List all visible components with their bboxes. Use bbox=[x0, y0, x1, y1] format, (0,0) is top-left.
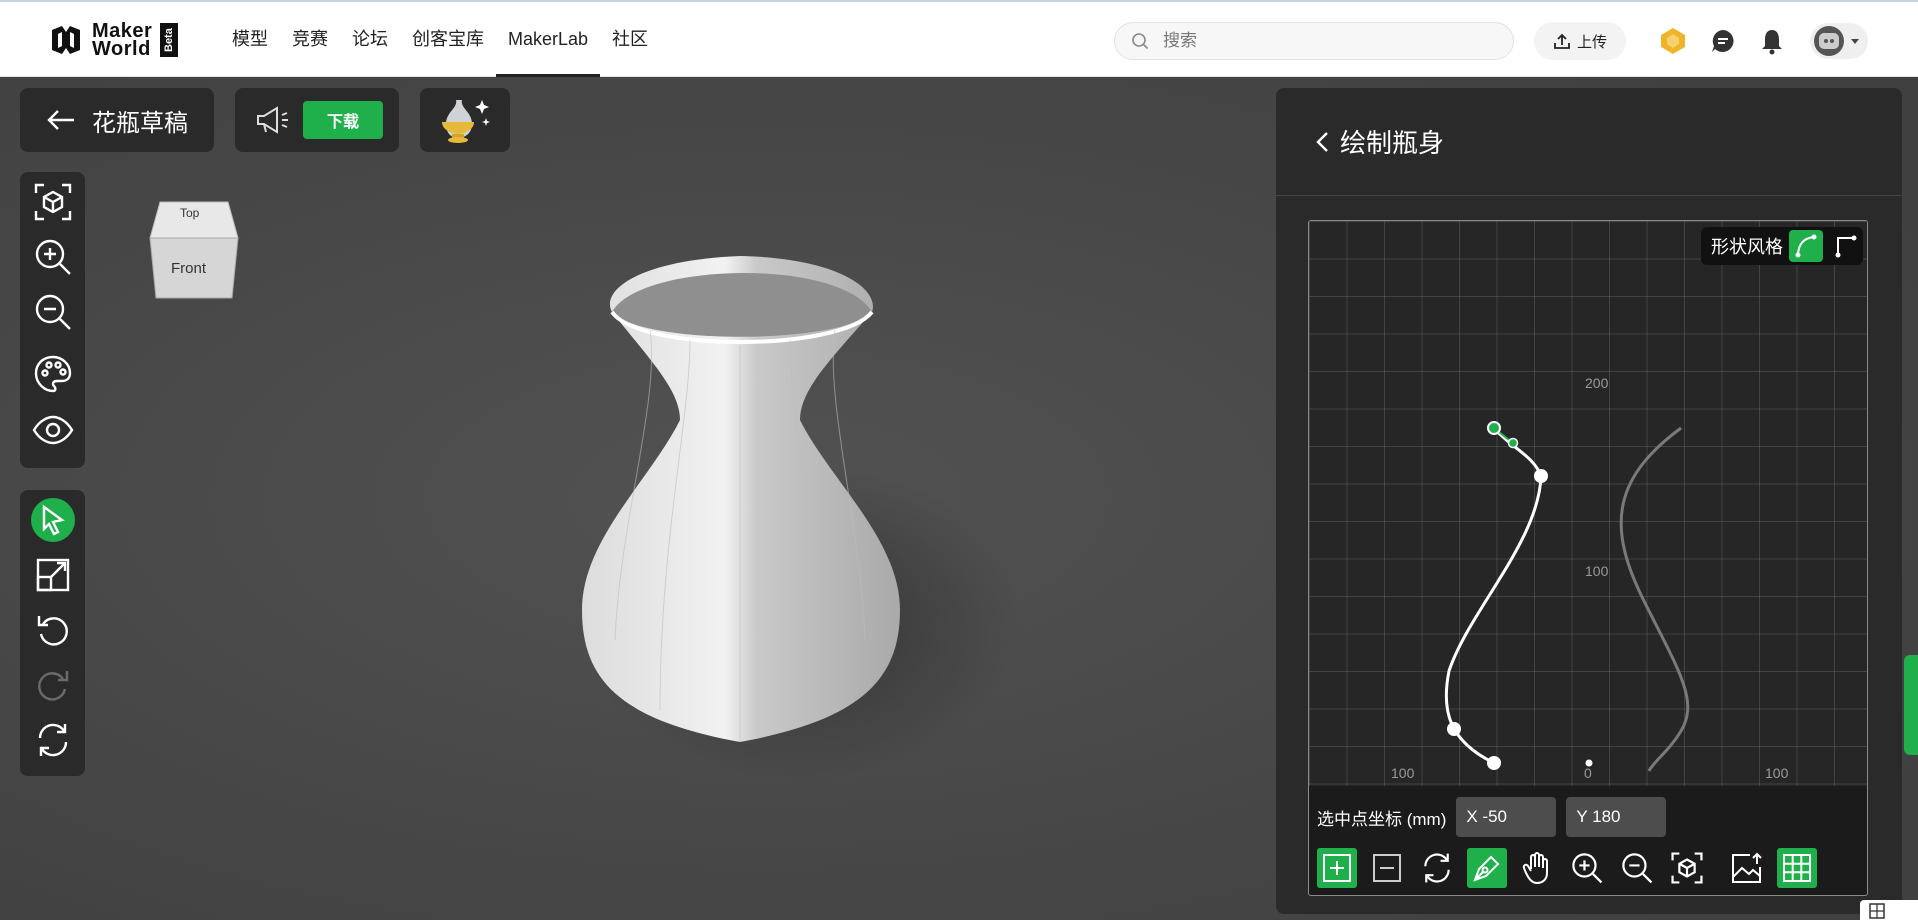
scale-icon[interactable] bbox=[31, 553, 75, 597]
pen-tool-button[interactable] bbox=[1467, 848, 1507, 888]
redo-icon[interactable] bbox=[31, 663, 75, 707]
undo-icon[interactable] bbox=[31, 608, 75, 652]
back-arrow-icon[interactable] bbox=[46, 108, 76, 132]
refresh-icon[interactable] bbox=[31, 718, 75, 762]
fit-view-icon[interactable] bbox=[31, 180, 75, 224]
hand-icon bbox=[1522, 852, 1548, 885]
refresh-icon bbox=[1424, 853, 1450, 883]
nav-maker-treasury[interactable]: 创客宝库 bbox=[400, 2, 496, 77]
editor-fit-view-button[interactable] bbox=[1667, 848, 1707, 888]
curve-icon bbox=[1795, 234, 1817, 258]
top-navigation-bar: Maker World Beta 模型 竞赛 论坛 创客宝库 MakerLab … bbox=[0, 0, 1918, 77]
zoom-out-icon[interactable] bbox=[31, 290, 75, 334]
logo-mark-icon bbox=[52, 26, 80, 54]
control-point[interactable] bbox=[1534, 469, 1548, 483]
download-button[interactable]: 下载 bbox=[303, 101, 383, 139]
avatar-image bbox=[1814, 26, 1844, 56]
bell-icon[interactable] bbox=[1757, 26, 1787, 56]
editor-zoom-in-button[interactable] bbox=[1567, 848, 1607, 888]
vase-library-panel[interactable] bbox=[420, 88, 510, 152]
logo-wordmark: Maker World bbox=[92, 21, 152, 60]
shape-style-label: 形状风格 bbox=[1711, 237, 1783, 257]
profile-grid-canvas[interactable]: 200 100 100 0 100 形状风格 bbox=[1309, 221, 1867, 786]
main-nav: 模型 竞赛 论坛 创客宝库 MakerLab 社区 bbox=[220, 2, 660, 77]
image-upload-icon bbox=[1732, 852, 1762, 883]
search-box bbox=[1114, 22, 1514, 60]
control-handle[interactable] bbox=[1507, 437, 1519, 449]
pen-icon bbox=[1473, 855, 1500, 882]
zoom-out-icon bbox=[1622, 853, 1653, 884]
zoom-in-icon[interactable] bbox=[31, 235, 75, 279]
shape-style-toggle: 形状风格 bbox=[1701, 227, 1863, 265]
nav-makerlab[interactable]: MakerLab bbox=[496, 2, 601, 77]
coin-icon[interactable] bbox=[1658, 26, 1688, 56]
avatar[interactable] bbox=[1810, 23, 1868, 59]
message-icon[interactable] bbox=[1708, 26, 1738, 56]
reset-curve-button[interactable] bbox=[1417, 848, 1457, 888]
corner-icon bbox=[1835, 235, 1857, 258]
profile-curve[interactable] bbox=[1309, 221, 1867, 786]
chevron-left-icon[interactable] bbox=[1314, 130, 1330, 154]
view-cube-top-label: Top bbox=[180, 206, 200, 220]
upload-label: 上传 bbox=[1576, 33, 1607, 51]
x-coord-field[interactable]: X -50 bbox=[1456, 797, 1557, 837]
corner-style-button[interactable] bbox=[1829, 230, 1863, 262]
control-point[interactable] bbox=[1447, 722, 1461, 736]
sidebar-title: 绘制瓶身 bbox=[1340, 128, 1445, 158]
search-input[interactable] bbox=[1163, 31, 1483, 51]
add-point-button[interactable] bbox=[1317, 848, 1357, 888]
draw-body-sidebar: 绘制瓶身 200 100 100 0 100 形状风格 选中点坐标 (mm) X… bbox=[1276, 88, 1902, 914]
curve-style-button[interactable] bbox=[1789, 230, 1823, 262]
vase-model[interactable] bbox=[582, 256, 900, 742]
view-cube[interactable]: Top Front bbox=[142, 200, 242, 300]
nav-contests[interactable]: 竞赛 bbox=[280, 2, 340, 77]
grid-icon bbox=[1783, 854, 1811, 882]
logo-line2: World bbox=[92, 38, 151, 60]
beta-badge: Beta bbox=[160, 23, 179, 57]
fit-view-icon bbox=[1671, 852, 1703, 884]
grid-toggle-button[interactable] bbox=[1777, 848, 1817, 888]
control-point-selected[interactable] bbox=[1487, 421, 1501, 435]
nav-forum[interactable]: 论坛 bbox=[340, 2, 400, 77]
view-toolbar bbox=[20, 172, 85, 468]
palette-icon[interactable] bbox=[31, 352, 75, 396]
upload-button[interactable]: 上传 bbox=[1534, 22, 1626, 60]
selected-point-coords: 选中点坐标 (mm) X -50 Y 180 bbox=[1317, 797, 1667, 837]
control-point[interactable] bbox=[1487, 756, 1501, 770]
select-cursor-icon[interactable] bbox=[31, 498, 75, 542]
upload-icon bbox=[1554, 33, 1570, 49]
editor-toolbar bbox=[1317, 848, 1857, 892]
remove-point-button[interactable] bbox=[1367, 848, 1407, 888]
side-feedback-tab[interactable] bbox=[1904, 655, 1918, 755]
view-cube-front-label: Front bbox=[171, 260, 207, 277]
makerworld-logo[interactable]: Maker World Beta bbox=[48, 21, 179, 60]
zoom-in-icon bbox=[1572, 853, 1603, 884]
pan-tool-button[interactable] bbox=[1517, 848, 1557, 888]
megaphone-icon[interactable] bbox=[255, 105, 291, 135]
upload-image-button[interactable] bbox=[1727, 848, 1767, 888]
project-title: 花瓶草稿 bbox=[92, 109, 188, 137]
coords-label: 选中点坐标 (mm) bbox=[1317, 809, 1447, 829]
chevron-down-icon bbox=[1851, 39, 1859, 44]
corner-grid-icon[interactable] bbox=[1860, 900, 1918, 920]
origin-point bbox=[1585, 759, 1593, 767]
nav-community[interactable]: 社区 bbox=[600, 2, 660, 77]
search-icon bbox=[1132, 33, 1149, 50]
add-point-icon bbox=[1323, 854, 1351, 882]
remove-point-icon bbox=[1373, 854, 1401, 882]
y-coord-field[interactable]: Y 180 bbox=[1566, 797, 1667, 837]
sidebar-header: 绘制瓶身 bbox=[1276, 88, 1902, 196]
eye-icon[interactable] bbox=[31, 408, 75, 452]
share-download-panel: 下载 bbox=[235, 88, 399, 152]
editor-zoom-out-button[interactable] bbox=[1617, 848, 1657, 888]
vase-gallery-icon bbox=[442, 100, 490, 143]
edit-toolbar bbox=[20, 490, 85, 776]
project-title-panel: 花瓶草稿 bbox=[20, 88, 214, 152]
profile-editor: 200 100 100 0 100 形状风格 选中点坐标 (mm) X -50 … bbox=[1308, 220, 1868, 896]
nav-models[interactable]: 模型 bbox=[220, 2, 280, 77]
